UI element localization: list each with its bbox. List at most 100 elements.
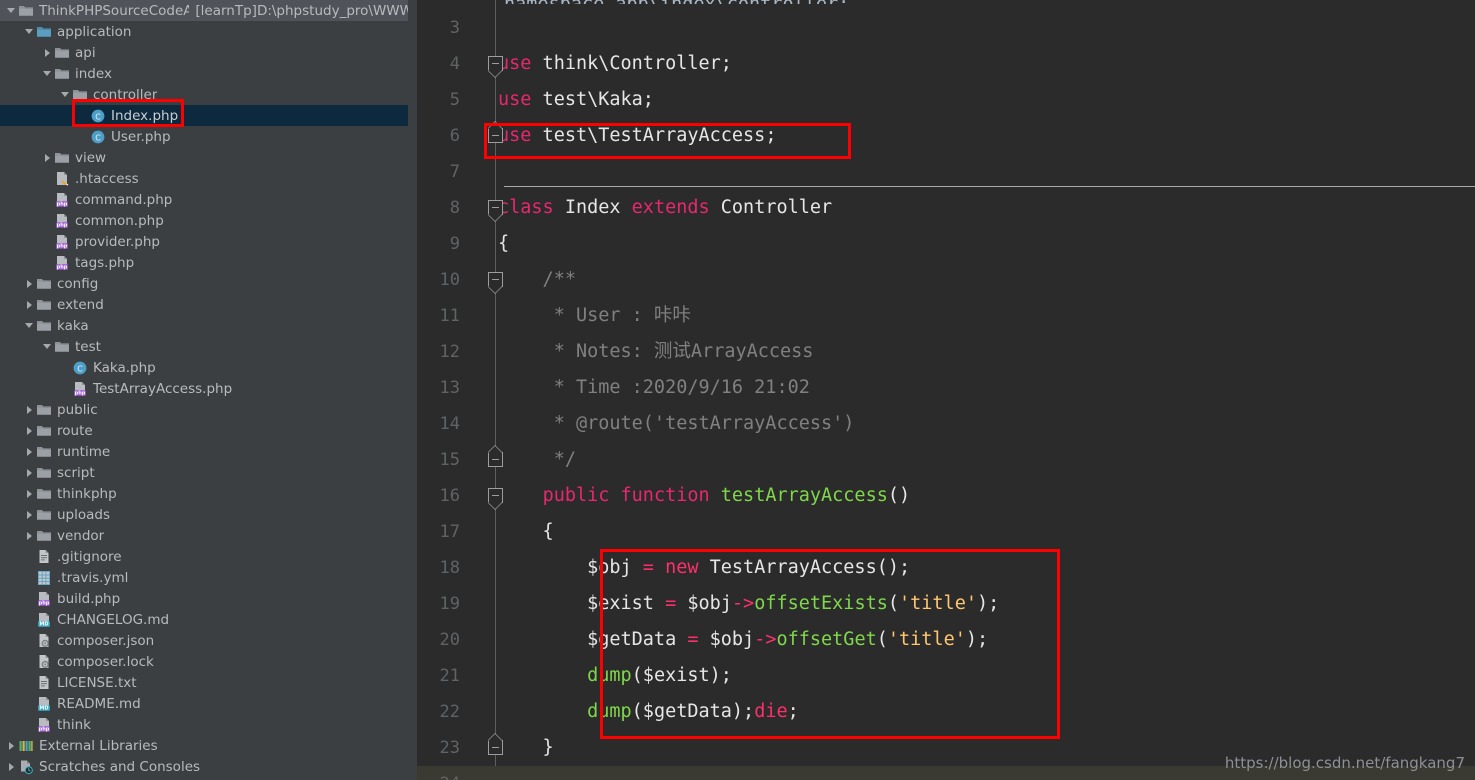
code-token: Index <box>553 197 632 218</box>
tree-item-license-txt[interactable]: LICENSE.txt <box>0 672 417 693</box>
code-line[interactable]: 13 * Time :2020/9/16 21:02 <box>417 370 1475 406</box>
chevron-right-icon[interactable] <box>4 763 18 771</box>
code-line[interactable]: 10 /** <box>417 262 1475 298</box>
tree-item-tags-php[interactable]: php tags.php <box>0 252 417 273</box>
chevron-right-icon[interactable] <box>22 427 36 435</box>
code-editor[interactable]: namespace app\index\controller; 34use th… <box>417 0 1475 780</box>
tree-item-htaccess[interactable]: .htaccess <box>0 168 417 189</box>
tree-item-think[interactable]: php think <box>0 714 417 735</box>
code-line[interactable]: 4 use think\Controller; <box>417 46 1475 82</box>
chevron-down-icon[interactable] <box>58 92 72 97</box>
code-line[interactable]: 14 * @route('testArrayAccess') <box>417 406 1475 442</box>
code-line[interactable]: 3 <box>417 10 1475 46</box>
php-file-icon: php <box>36 591 52 607</box>
tree-item-scratches-and-consoles[interactable]: Scratches and Consoles <box>0 756 417 777</box>
tree-item-external-libraries[interactable]: External Libraries <box>0 735 417 756</box>
fold-expand-marker[interactable] <box>488 488 503 503</box>
tree-item-application[interactable]: application <box>0 21 417 42</box>
chevron-down-icon[interactable] <box>4 8 18 13</box>
tree-item-composer-json[interactable]: composer.json <box>0 630 417 651</box>
code-token: $getData <box>498 629 688 650</box>
tree-item-view[interactable]: view <box>0 147 417 168</box>
chevron-down-icon[interactable] <box>22 323 36 328</box>
tree-item-travis-yml[interactable]: .travis.yml <box>0 567 417 588</box>
code-line[interactable]: 22 dump($getData);die; <box>417 694 1475 730</box>
tree-item-index[interactable]: index <box>0 63 417 84</box>
code-text: * @route('testArrayAccess') <box>495 406 1475 442</box>
tree-item-common-php[interactable]: php common.php <box>0 210 417 231</box>
code-line[interactable]: 16 public function testArrayAccess() <box>417 478 1475 514</box>
tree-item-script[interactable]: script <box>0 462 417 483</box>
code-line[interactable]: 20 $getData = $obj->offsetGet('title'); <box>417 622 1475 658</box>
tree-item-readme-md[interactable]: MD README.md <box>0 693 417 714</box>
code-line[interactable]: 5 use test\Kaka; <box>417 82 1475 118</box>
sidebar-scrollbar[interactable] <box>408 0 417 780</box>
fold-collapse-marker[interactable] <box>488 452 503 467</box>
code-token: 'title' <box>887 629 966 650</box>
tree-item-route[interactable]: route <box>0 420 417 441</box>
chevron-down-icon[interactable] <box>22 29 36 34</box>
tree-item-testarrayaccess-php[interactable]: php TestArrayAccess.php <box>0 378 417 399</box>
tree-item-controller[interactable]: controller <box>0 84 417 105</box>
code-lines[interactable]: 3 4 use think\Controller; 5 use test\Kaka; 6 u… <box>417 0 1475 780</box>
folder-icon <box>18 3 34 19</box>
tree-item-thinkphpsourcecodeanalysis[interactable]: ThinkPHPSourceCodeAnalysis [learnTp]D:\ph… <box>0 0 417 21</box>
tree-item-vendor[interactable]: vendor <box>0 525 417 546</box>
code-line[interactable]: 21 dump($exist); <box>417 658 1475 694</box>
chevron-right-icon[interactable] <box>22 280 36 288</box>
chevron-right-icon[interactable] <box>22 511 36 519</box>
tree-item-index-php[interactable]: C Index.php <box>0 105 417 126</box>
project-tree-panel[interactable]: ThinkPHPSourceCodeAnalysis [learnTp]D:\ph… <box>0 0 417 780</box>
tree-item-label: README.md <box>57 695 141 712</box>
code-line[interactable]: 15 */ <box>417 442 1475 478</box>
project-tree[interactable]: ThinkPHPSourceCodeAnalysis [learnTp]D:\ph… <box>0 0 417 777</box>
chevron-down-icon[interactable] <box>40 344 54 349</box>
tree-item-api[interactable]: api <box>0 42 417 63</box>
tree-item-test[interactable]: test <box>0 336 417 357</box>
php-class-icon: C <box>72 360 88 376</box>
fold-collapse-marker[interactable] <box>488 740 503 755</box>
tree-item-kaka-php[interactable]: C Kaka.php <box>0 357 417 378</box>
chevron-down-icon[interactable] <box>40 71 54 76</box>
code-line[interactable]: 7 <box>417 154 1475 190</box>
chevron-right-icon[interactable] <box>22 490 36 498</box>
chevron-right-icon[interactable] <box>22 406 36 414</box>
tree-item-config[interactable]: config <box>0 273 417 294</box>
tree-item-composer-lock[interactable]: composer.lock <box>0 651 417 672</box>
tree-item-thinkphp[interactable]: thinkphp <box>0 483 417 504</box>
fold-expand-marker[interactable] <box>488 56 503 71</box>
code-line[interactable]: 18 $obj = new TestArrayAccess(); <box>417 550 1475 586</box>
chevron-right-icon[interactable] <box>4 742 18 750</box>
tree-item-changelog-md[interactable]: MD CHANGELOG.md <box>0 609 417 630</box>
code-line[interactable]: 19 $exist = $obj->offsetExists('title'); <box>417 586 1475 622</box>
chevron-right-icon[interactable] <box>40 154 54 162</box>
fold-collapse-marker[interactable] <box>488 128 503 143</box>
code-line[interactable]: 6 use test\TestArrayAccess; <box>417 118 1475 154</box>
fold-expand-marker[interactable] <box>488 200 503 215</box>
code-token: * Time :2020/9/16 21:02 <box>498 377 810 398</box>
code-line[interactable]: 12 * Notes: 测试ArrayAccess <box>417 334 1475 370</box>
tree-item-provider-php[interactable]: php provider.php <box>0 231 417 252</box>
code-line[interactable]: 17 { <box>417 514 1475 550</box>
tree-item-gitignore[interactable]: .gitignore <box>0 546 417 567</box>
chevron-right-icon[interactable] <box>40 49 54 57</box>
code-line[interactable]: 11 * User : 咔咔 <box>417 298 1475 334</box>
chevron-right-icon[interactable] <box>22 469 36 477</box>
tree-item-command-php[interactable]: php command.php <box>0 189 417 210</box>
tree-item-kaka[interactable]: kaka <box>0 315 417 336</box>
chevron-right-icon[interactable] <box>22 448 36 456</box>
tree-item-user-php[interactable]: C User.php <box>0 126 417 147</box>
code-line[interactable]: 9{ <box>417 226 1475 262</box>
chevron-right-icon[interactable] <box>22 532 36 540</box>
tree-item-uploads[interactable]: uploads <box>0 504 417 525</box>
tree-item-build-php[interactable]: php build.php <box>0 588 417 609</box>
tree-item-public[interactable]: public <box>0 399 417 420</box>
tree-item-runtime[interactable]: runtime <box>0 441 417 462</box>
fold-expand-marker[interactable] <box>488 272 503 287</box>
code-line[interactable]: 8 class Index extends Controller <box>417 190 1475 226</box>
tree-item-extend[interactable]: extend <box>0 294 417 315</box>
code-token: ( <box>887 593 899 614</box>
code-token: ( <box>876 629 888 650</box>
chevron-right-icon[interactable] <box>22 301 36 309</box>
